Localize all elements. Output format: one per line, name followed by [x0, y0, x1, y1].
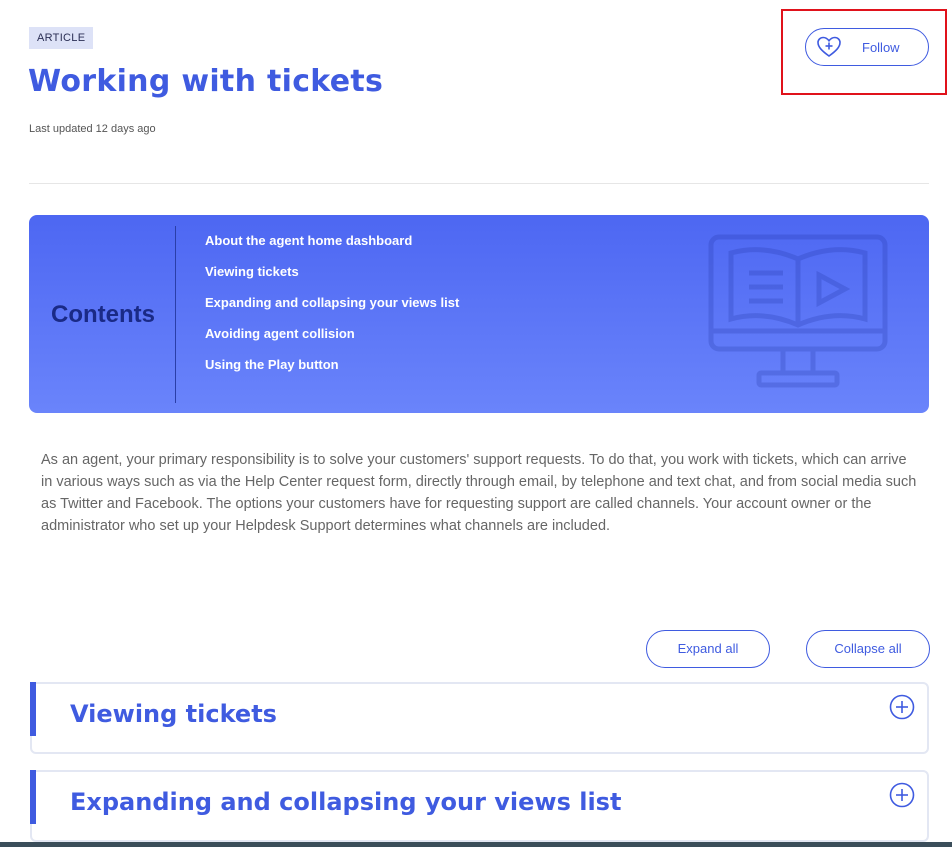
expand-all-button[interactable]: Expand all — [646, 630, 770, 668]
article-badge: ARTICLE — [29, 27, 94, 49]
toc-link[interactable]: Viewing tickets — [205, 264, 459, 295]
section-viewing-tickets[interactable]: Viewing tickets — [30, 682, 929, 754]
header-divider — [29, 183, 929, 184]
toc-list: About the agent home dashboard Viewing t… — [205, 233, 459, 388]
contents-heading: Contents — [51, 301, 155, 328]
section-title: Expanding and collapsing your views list — [70, 788, 622, 816]
section-title: Viewing tickets — [70, 700, 277, 728]
book-monitor-icon — [703, 233, 893, 395]
follow-button[interactable]: Follow — [805, 28, 929, 66]
intro-paragraph: As an agent, your primary responsibility… — [41, 452, 917, 534]
heart-plus-icon — [816, 35, 842, 59]
toc-link[interactable]: Avoiding agent collision — [205, 326, 459, 357]
expand-plus-icon[interactable] — [889, 694, 915, 720]
contents-panel: Contents About the agent home dashboard … — [29, 215, 929, 413]
toc-link[interactable]: Expanding and collapsing your views list — [205, 295, 459, 326]
collapse-all-button[interactable]: Collapse all — [806, 630, 930, 668]
section-expanding-collapsing[interactable]: Expanding and collapsing your views list — [30, 770, 929, 842]
follow-label: Follow — [862, 40, 900, 55]
toc-link[interactable]: About the agent home dashboard — [205, 233, 459, 264]
contents-separator — [175, 226, 176, 403]
bottom-bar — [0, 842, 952, 847]
page-title: Working with tickets — [28, 64, 384, 99]
expand-plus-icon[interactable] — [889, 782, 915, 808]
toc-link[interactable]: Using the Play button — [205, 357, 459, 388]
section-accent-bar — [30, 770, 36, 824]
last-updated: Last updated 12 days ago — [29, 123, 156, 135]
section-accent-bar — [30, 682, 36, 736]
